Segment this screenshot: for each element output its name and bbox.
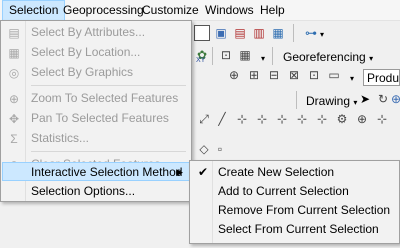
submenu-item-add-to-current[interactable]: Add to Current Selection bbox=[191, 182, 399, 201]
pan-selected-icon: ✥ bbox=[8, 112, 20, 126]
flip-icon[interactable]: ▭ bbox=[326, 67, 342, 83]
graphics-select-icon: ◎ bbox=[8, 66, 20, 80]
interactive-selection-submenu: ✔ Create New Selection Add to Current Se… bbox=[189, 160, 400, 244]
trace-icon[interactable]: ⊹ bbox=[274, 111, 290, 127]
view-link-table-icon[interactable]: ⊞ bbox=[246, 67, 262, 83]
zoom-selected-icon: ⊕ bbox=[8, 92, 20, 106]
feature-construction-icon[interactable]: ▫ bbox=[212, 141, 228, 157]
zoom-whole-page-icon[interactable]: ⊕ bbox=[388, 91, 400, 107]
menu-windows[interactable]: Windows bbox=[199, 0, 260, 21]
menu-separator bbox=[31, 151, 186, 152]
dropdown-arrow-icon[interactable]: ▾ bbox=[350, 71, 354, 87]
edit-annotation-icon[interactable]: ◇ bbox=[196, 141, 212, 157]
toolbox-icon[interactable]: ▤ bbox=[232, 25, 248, 41]
georeferencing-menu[interactable]: Georeferencing ▾ bbox=[283, 49, 373, 67]
menu-bar: Selection Geoprocessing Customize Window… bbox=[0, 0, 400, 21]
menu-item-selection-options[interactable]: Selection Options... bbox=[2, 182, 190, 201]
identify-icon[interactable]: ⊡ bbox=[218, 47, 234, 63]
selection-menu: ▤ Select By Attributes... ▦ Select By Lo… bbox=[0, 20, 192, 202]
snapping-icon[interactable]: ⊹ bbox=[314, 111, 330, 127]
node-icon[interactable]: ⊹ bbox=[374, 111, 390, 127]
checkmark-icon: ✔ bbox=[198, 165, 209, 179]
submenu-arrow-icon: ▶ bbox=[176, 167, 183, 177]
menu-item-interactive-selection-method[interactable]: Interactive Selection Method ▶ bbox=[2, 162, 190, 181]
straight-segment-icon[interactable]: ⊹ bbox=[234, 111, 250, 127]
drawing-menu[interactable]: Drawing ▾ bbox=[306, 93, 357, 111]
add-control-points-icon[interactable]: ⊕ bbox=[226, 67, 242, 83]
menu-separator bbox=[31, 85, 186, 86]
hierarchy-icon[interactable]: ⊶ bbox=[303, 25, 319, 41]
endpoint-arc-icon[interactable]: ⊹ bbox=[254, 111, 270, 127]
georeferencing-label: Georeferencing bbox=[283, 50, 366, 64]
midpoint-icon[interactable]: ⊹ bbox=[294, 111, 310, 127]
menu-item-statistics[interactable]: Σ Statistics... bbox=[2, 129, 190, 148]
menu-item-pan-to-selected[interactable]: ✥ Pan To Selected Features bbox=[2, 109, 190, 128]
dropdown-arrow-icon[interactable]: ▾ bbox=[320, 27, 324, 43]
location-select-icon: ▦ bbox=[8, 46, 20, 60]
dropdown-arrow-icon[interactable]: ▾ bbox=[261, 51, 265, 67]
shift-icon[interactable]: ⊡ bbox=[306, 67, 322, 83]
menu-help[interactable]: Help bbox=[254, 0, 291, 21]
production-dropdown[interactable]: Produ bbox=[363, 69, 400, 86]
model-builder-icon[interactable]: ▦ bbox=[270, 25, 286, 41]
catalog-icon[interactable]: ▣ bbox=[213, 25, 229, 41]
submenu-item-select-from-current[interactable]: Select From Current Selection bbox=[191, 220, 399, 239]
drawing-label: Drawing bbox=[306, 94, 351, 108]
select-elements-icon[interactable]: ➤ bbox=[357, 91, 373, 107]
python-window-icon[interactable]: ▥ bbox=[251, 25, 267, 41]
menu-item-select-by-graphics[interactable]: ◎ Select By Graphics bbox=[2, 63, 190, 82]
scale-icon[interactable]: ⊠ bbox=[286, 67, 302, 83]
measure-icon[interactable]: ⊕ bbox=[354, 111, 370, 127]
menu-customize[interactable]: Customize bbox=[136, 0, 205, 21]
sigma-icon: Σ bbox=[10, 132, 18, 146]
grid-icon[interactable]: ▦ bbox=[237, 47, 253, 63]
edit-tool-icon[interactable]: ⤢ bbox=[196, 111, 212, 127]
edit-vertex-icon[interactable]: ╱ bbox=[214, 111, 230, 127]
layout-view-icon[interactable] bbox=[194, 25, 210, 41]
menu-item-select-by-location[interactable]: ▦ Select By Location... bbox=[2, 43, 190, 62]
production-label: Produ bbox=[367, 71, 400, 85]
submenu-item-create-new-selection[interactable]: ✔ Create New Selection bbox=[191, 163, 399, 182]
menu-selection[interactable]: Selection bbox=[2, 0, 66, 21]
table-select-icon: ▤ bbox=[8, 26, 20, 40]
submenu-item-remove-from-current[interactable]: Remove From Current Selection bbox=[191, 201, 399, 220]
menu-item-select-by-attributes[interactable]: ▤ Select By Attributes... bbox=[2, 23, 190, 42]
sketch-icon[interactable]: ⚙ bbox=[334, 111, 350, 127]
rotate-icon[interactable]: ⊟ bbox=[266, 67, 282, 83]
menu-item-zoom-to-selected[interactable]: ⊕ Zoom To Selected Features bbox=[2, 89, 190, 108]
